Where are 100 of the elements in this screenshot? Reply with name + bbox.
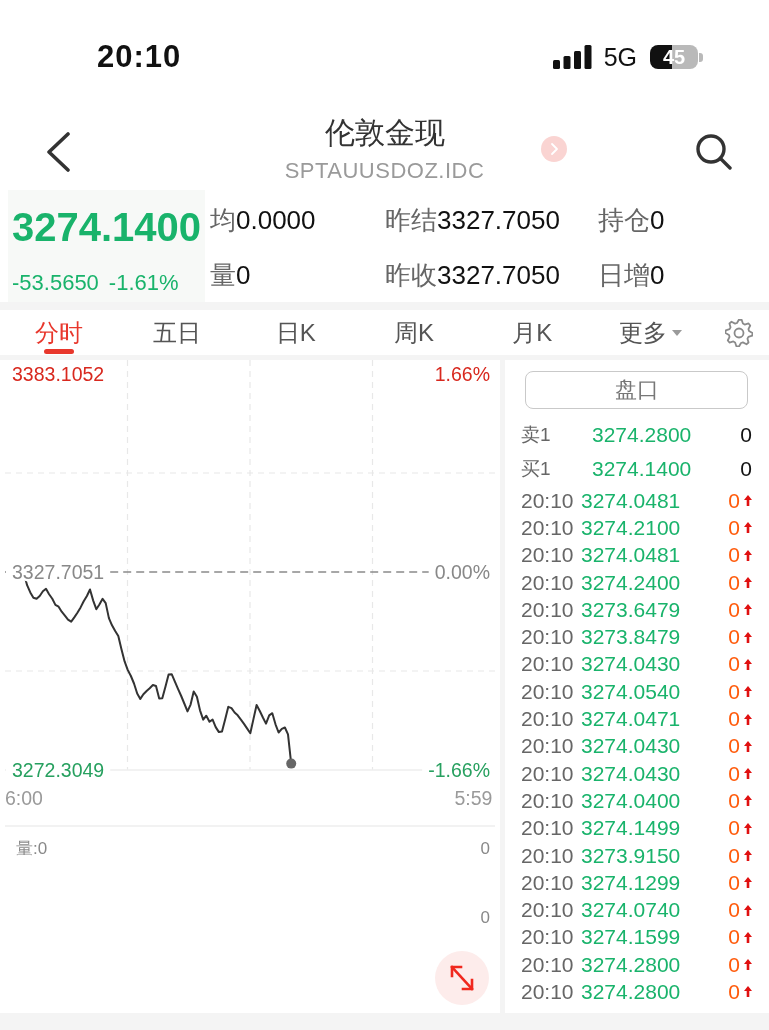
trade-price: 3274.1499	[581, 816, 681, 841]
trade-time: 20:10	[521, 952, 575, 977]
tab[interactable]: 分时	[0, 310, 119, 355]
trade-time: 20:10	[521, 597, 575, 622]
quote-field: 昨收3327.7050	[385, 255, 598, 295]
trade-volume: 0	[728, 816, 740, 841]
quote-field: 昨结3327.7050	[385, 200, 598, 240]
tab[interactable]: 周K	[354, 310, 474, 355]
trade-volume: 0	[728, 679, 740, 704]
trade-time: 20:10	[521, 980, 575, 1004]
up-arrow-icon	[744, 768, 752, 780]
volume-label: 量:0	[16, 838, 48, 860]
trade-volume: 0	[728, 980, 740, 1004]
trade-volume: 0	[728, 898, 740, 923]
up-arrow-icon	[744, 850, 752, 861]
trade-volume: 0	[728, 570, 740, 595]
trade-volume: 0	[728, 734, 740, 759]
y-axis-label: 3383.1052	[12, 362, 105, 385]
trade-volume: 0	[728, 788, 740, 813]
up-arrow-icon	[744, 549, 752, 561]
expand-icon	[449, 964, 475, 992]
y-axis-label: 3327.7051	[12, 560, 105, 583]
tab[interactable]: 五日	[118, 310, 237, 355]
up-arrow-icon	[744, 686, 752, 698]
up-arrow-icon	[744, 795, 752, 807]
trade-price: 3274.0430	[581, 761, 681, 786]
search-icon[interactable]	[696, 134, 732, 170]
trade-volume: 0	[728, 597, 740, 622]
caret-down-icon	[672, 329, 683, 336]
battery-tip-icon	[699, 52, 703, 62]
trade-time: 20:10	[521, 707, 575, 731]
trade-price: 3274.0471	[581, 707, 681, 731]
depth-price: 3274.1400	[592, 456, 692, 483]
volume-axis-label: 0	[480, 907, 490, 929]
up-arrow-icon	[744, 631, 752, 643]
percent-axis-label: -1.66%	[428, 758, 490, 781]
up-arrow-icon	[744, 931, 752, 943]
trade-price: 3274.2400	[581, 570, 681, 595]
back-icon[interactable]	[45, 132, 71, 172]
settings-icon[interactable]	[725, 318, 754, 347]
percent-axis-label: 0.00%	[434, 560, 490, 583]
volume-axis-label: 0	[480, 838, 490, 860]
trade-price: 3274.0430	[581, 734, 681, 759]
trade-price: 3274.0481	[581, 488, 681, 513]
up-arrow-icon	[744, 959, 752, 971]
depth-price: 3274.2800	[592, 422, 692, 449]
trade-price: 3274.2800	[581, 952, 681, 977]
trade-price: 3274.0740	[581, 898, 681, 923]
trade-volume: 0	[728, 515, 740, 540]
trade-volume: 0	[728, 652, 740, 677]
trade-volume: 0	[728, 707, 740, 731]
trade-price: 3273.6479	[581, 597, 681, 622]
trade-time: 20:10	[521, 625, 575, 650]
trade-volume: 0	[728, 870, 740, 895]
network-type: 5G	[603, 43, 637, 71]
tab[interactable]: 更多	[591, 310, 710, 355]
trade-time: 20:10	[521, 652, 575, 677]
trade-price: 3274.2800	[581, 980, 681, 1004]
quote-field: 日增0	[598, 255, 665, 295]
trade-time: 20:10	[521, 543, 575, 568]
trade-time: 20:10	[521, 870, 575, 895]
trade-time: 20:10	[521, 734, 575, 759]
trade-time: 20:10	[521, 816, 575, 841]
up-arrow-icon	[744, 604, 752, 616]
trade-time: 20:10	[521, 761, 575, 786]
x-axis-label: 6:00	[5, 787, 43, 809]
trade-volume: 0	[728, 952, 740, 977]
trade-volume: 0	[728, 761, 740, 786]
quote-field: 持仓0	[598, 200, 665, 240]
price-change: -53.5650	[12, 269, 99, 297]
depth-volume: 0	[740, 422, 752, 449]
depth-level: 买1	[521, 456, 552, 481]
last-price-marker	[286, 758, 297, 769]
up-arrow-icon	[744, 822, 752, 834]
trade-price: 3274.0400	[581, 788, 681, 813]
trade-time: 20:10	[521, 570, 575, 595]
tab[interactable]: 日K	[236, 310, 355, 355]
trade-price: 3273.8479	[581, 625, 681, 650]
trade-price: 3274.0430	[581, 652, 681, 677]
trade-volume: 0	[728, 843, 740, 868]
up-arrow-icon	[744, 713, 752, 725]
percent-change: -1.61%	[108, 269, 179, 297]
trade-time: 20:10	[521, 788, 575, 813]
trade-price: 3274.0481	[581, 543, 681, 568]
order-book-button[interactable]: 盘口	[525, 371, 748, 409]
trade-price: 3274.1299	[581, 870, 681, 895]
expand-button[interactable]	[435, 951, 489, 1005]
trade-time: 20:10	[521, 925, 575, 950]
up-arrow-icon	[744, 740, 752, 752]
trade-volume: 0	[728, 625, 740, 650]
trade-time: 20:10	[521, 679, 575, 704]
trade-price: 3274.0540	[581, 679, 681, 704]
trade-time: 20:10	[521, 898, 575, 923]
instrument-title: 伦敦金现	[324, 115, 445, 151]
up-arrow-icon	[744, 577, 752, 589]
trade-price: 3273.9150	[581, 843, 681, 868]
depth-volume: 0	[740, 456, 752, 483]
percent-axis-label: 1.66%	[434, 362, 490, 385]
x-axis-label: 5:59	[454, 787, 493, 809]
tab[interactable]: 月K	[473, 310, 592, 355]
